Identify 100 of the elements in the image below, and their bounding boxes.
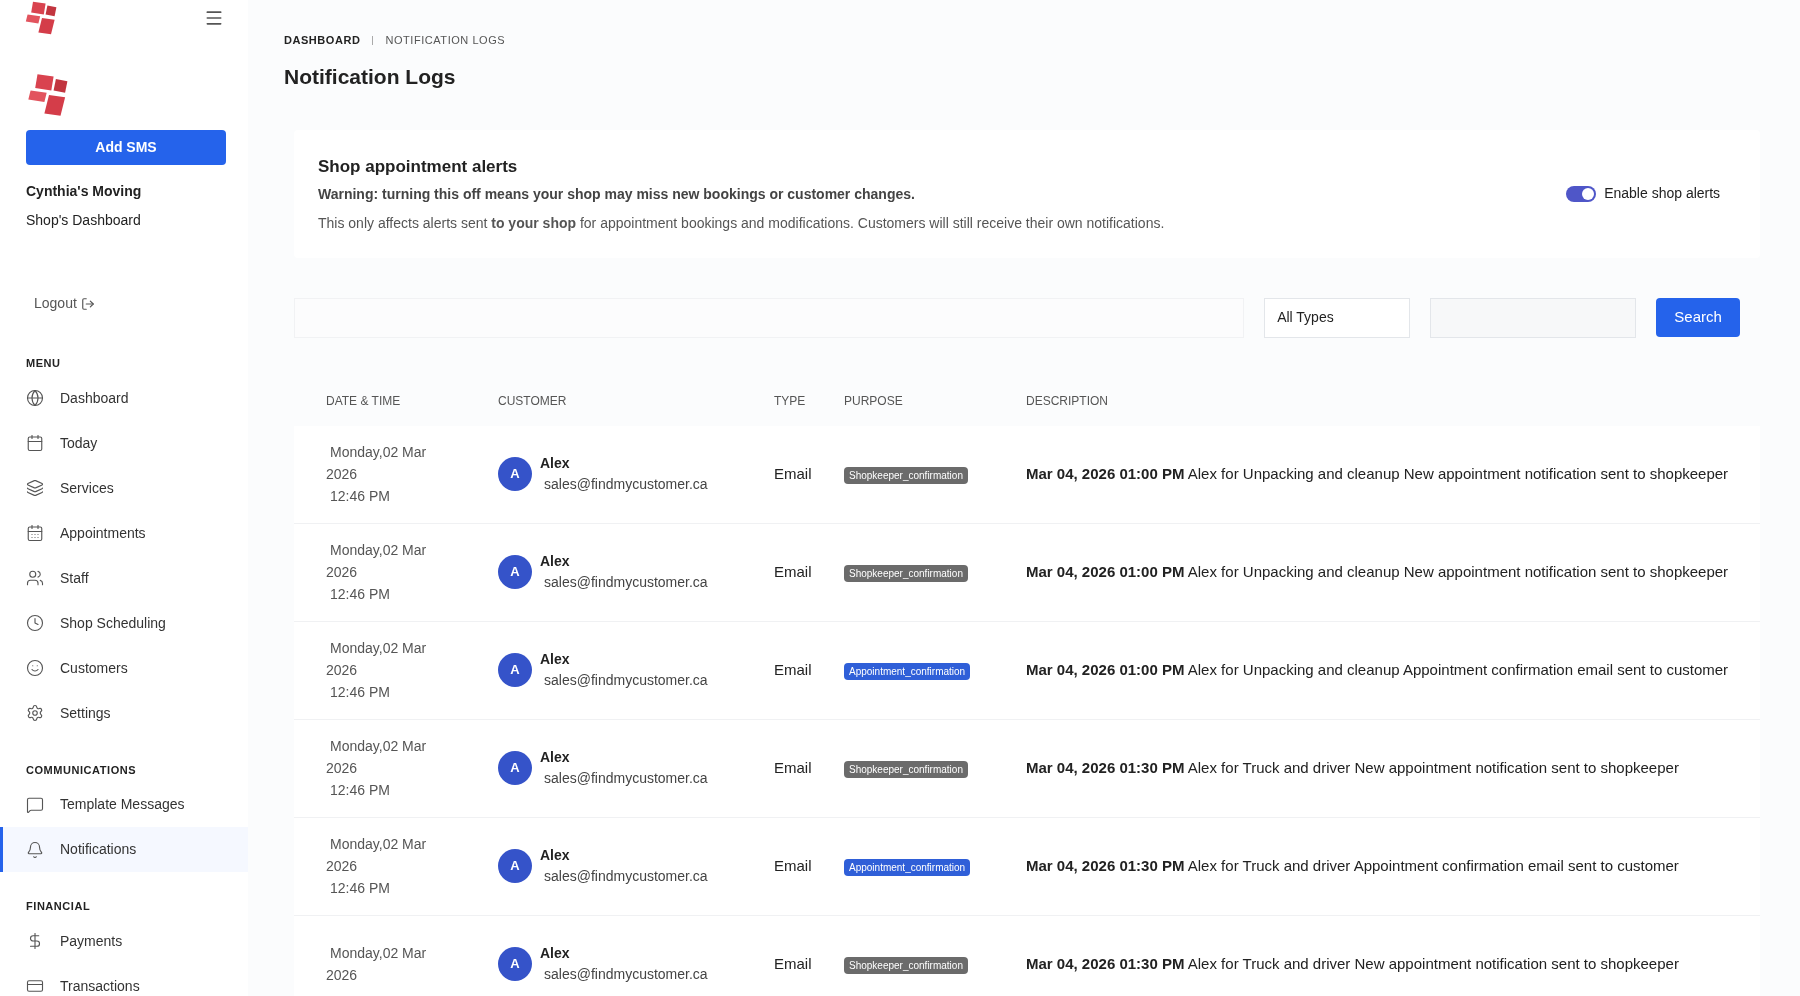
alerts-title: Shop appointment alerts xyxy=(318,156,519,178)
card-icon xyxy=(26,977,44,995)
description-cell-text: Mar 04, 2026 01:30 PM Alex for Truck and driver Appointment confirmation email sent to customer xyxy=(1026,855,1680,876)
purpose-badge: Shopkeeper_confirmation xyxy=(844,466,968,484)
toggle-label: Enable shop alerts xyxy=(1604,184,1721,204)
customer-email: sales@findmycustomer.ca xyxy=(543,671,708,690)
purpose-badge: Shopkeeper_confirmation xyxy=(844,956,968,974)
log-year: 2026 xyxy=(326,465,359,484)
log-time: 12:46 PM xyxy=(329,683,391,702)
search-button[interactable]: Search xyxy=(1656,298,1741,337)
avatar: A xyxy=(498,555,532,589)
customer-email: sales@findmycustomer.ca xyxy=(543,769,708,788)
avatar: A xyxy=(498,947,532,981)
calendar-icon xyxy=(26,434,44,452)
nav-item[interactable]: Settings xyxy=(0,690,248,736)
log-year: 2026 xyxy=(326,857,359,876)
log-year: 2026 xyxy=(326,563,359,582)
settings-icon xyxy=(26,704,44,722)
column-header: PURPOSE xyxy=(844,392,904,410)
type-cell-text: Email xyxy=(774,757,813,778)
description-cell-text: Mar 04, 2026 01:00 PM Alex for Unpacking and cleanup Appointment confirmation email sent to customer xyxy=(1026,659,1729,680)
alerts-warning: Warning: turning this off means your shop may miss new bookings or customer changes. xyxy=(318,184,916,204)
log-date: Monday,02 Mar xyxy=(329,835,428,854)
nav-item[interactable]: Dashboard xyxy=(0,375,248,421)
customer-name: Alex xyxy=(540,846,571,865)
avatar: A xyxy=(498,457,532,491)
log-date: Monday,02 Mar xyxy=(329,639,428,658)
customer-email: sales@findmycustomer.ca xyxy=(543,867,708,886)
purpose-badge: Appointment_confirmation xyxy=(844,662,971,680)
page-title: Notification Logs xyxy=(284,63,457,90)
log-date: Monday,02 Mar xyxy=(329,737,428,756)
customer-name: Alex xyxy=(540,650,571,669)
type-cell-text: Email xyxy=(774,561,813,582)
customer-email: sales@findmycustomer.ca xyxy=(543,965,708,984)
users-icon xyxy=(26,569,44,587)
type-select[interactable]: All Types xyxy=(1264,297,1411,338)
bell-icon xyxy=(26,840,44,859)
nav-item[interactable]: Today xyxy=(0,420,248,466)
column-header: TYPE xyxy=(774,392,807,410)
toggle-switch[interactable] xyxy=(1566,185,1597,202)
description-cell-text: Mar 04, 2026 01:30 PM Alex for Truck and driver New appointment notification sent to shopkeeper xyxy=(1026,953,1680,974)
purpose-badge: Appointment_confirmation xyxy=(844,858,971,876)
log-date: Monday,02 Mar xyxy=(329,541,428,560)
section-heading: MENU xyxy=(25,356,62,371)
menu-icon[interactable] xyxy=(204,8,224,28)
avatar: A xyxy=(498,751,532,785)
description-cell-text: Mar 04, 2026 01:00 PM Alex for Unpacking and cleanup New appointment notification sent to shopkeeper xyxy=(1026,561,1729,582)
nav-item[interactable]: Notifications xyxy=(0,827,248,872)
purpose-badge: Shopkeeper_confirmation xyxy=(844,564,968,582)
avatar: A xyxy=(498,849,532,883)
add-sms-button[interactable]: Add SMS xyxy=(26,130,226,165)
nav-item[interactable]: Template Messages xyxy=(0,782,248,827)
nav-item[interactable]: Services xyxy=(0,465,248,511)
log-year: 2026 xyxy=(326,759,359,778)
type-cell-text: Email xyxy=(774,659,813,680)
customer-email: sales@findmycustomer.ca xyxy=(543,573,708,592)
nav-item[interactable]: Appointments xyxy=(0,510,248,556)
shop-subtitle: Shop's Dashboard xyxy=(26,211,142,230)
customer-name: Alex xyxy=(540,748,571,767)
avatar: A xyxy=(498,653,532,687)
description-cell-text: Mar 04, 2026 01:00 PM Alex for Unpacking and cleanup New appointment notification sent to shopkeeper xyxy=(1026,463,1729,484)
type-cell-text: Email xyxy=(774,855,813,876)
log-year: 2026 xyxy=(326,661,359,680)
nav-item[interactable]: Payments xyxy=(0,918,248,964)
column-header: DESCRIPTION xyxy=(1026,392,1109,410)
shop-name: Cynthia's Moving xyxy=(26,182,143,201)
type-cell-text: Email xyxy=(774,953,813,974)
breadcrumb-current: NOTIFICATION LOGS xyxy=(385,33,506,48)
nav-item[interactable]: Staff xyxy=(0,555,248,601)
alerts-note: This only affects alerts sent to your shop for appointment bookings and modifications. Customers will still receive their own notifications. xyxy=(318,213,1165,233)
log-year: 2026 xyxy=(326,966,359,985)
breadcrumb-link[interactable]: DASHBOARD xyxy=(284,32,361,49)
purpose-badge: Shopkeeper_confirmation xyxy=(844,760,968,778)
customer-name: Alex xyxy=(540,944,571,963)
description-cell-text: Mar 04, 2026 01:30 PM Alex for Truck and driver New appointment notification sent to shopkeeper xyxy=(1026,757,1680,778)
logout-icon xyxy=(80,296,95,311)
log-time: 12:46 PM xyxy=(329,487,391,506)
log-date: Monday,02 Mar xyxy=(329,944,428,963)
log-time: 12:46 PM xyxy=(329,585,391,604)
nav-item[interactable]: Shop Scheduling xyxy=(0,600,248,646)
date-field[interactable] xyxy=(1430,297,1637,338)
globe-icon xyxy=(26,389,44,407)
log-date: Monday,02 Mar xyxy=(329,443,428,462)
logout-link[interactable]: Logout xyxy=(34,293,95,314)
smiley-icon xyxy=(26,659,44,677)
customer-email: sales@findmycustomer.ca xyxy=(543,475,708,494)
clock-icon xyxy=(26,614,44,632)
column-header: DATE & TIME xyxy=(326,392,402,410)
log-time: 12:46 PM xyxy=(329,781,391,800)
section-heading: COMMUNICATIONS xyxy=(25,762,138,778)
layers-icon xyxy=(26,479,44,497)
customer-name: Alex xyxy=(540,454,571,473)
log-time: 12:46 PM xyxy=(329,879,391,898)
column-header: CUSTOMER xyxy=(498,392,568,410)
section-heading: FINANCIAL xyxy=(25,899,92,914)
nav-item[interactable]: Customers xyxy=(0,645,248,691)
type-cell-text: Email xyxy=(774,463,813,484)
calendar-icon xyxy=(26,524,44,542)
nav-item[interactable]: Transactions xyxy=(0,963,248,996)
chat-bubble-icon xyxy=(26,795,44,814)
